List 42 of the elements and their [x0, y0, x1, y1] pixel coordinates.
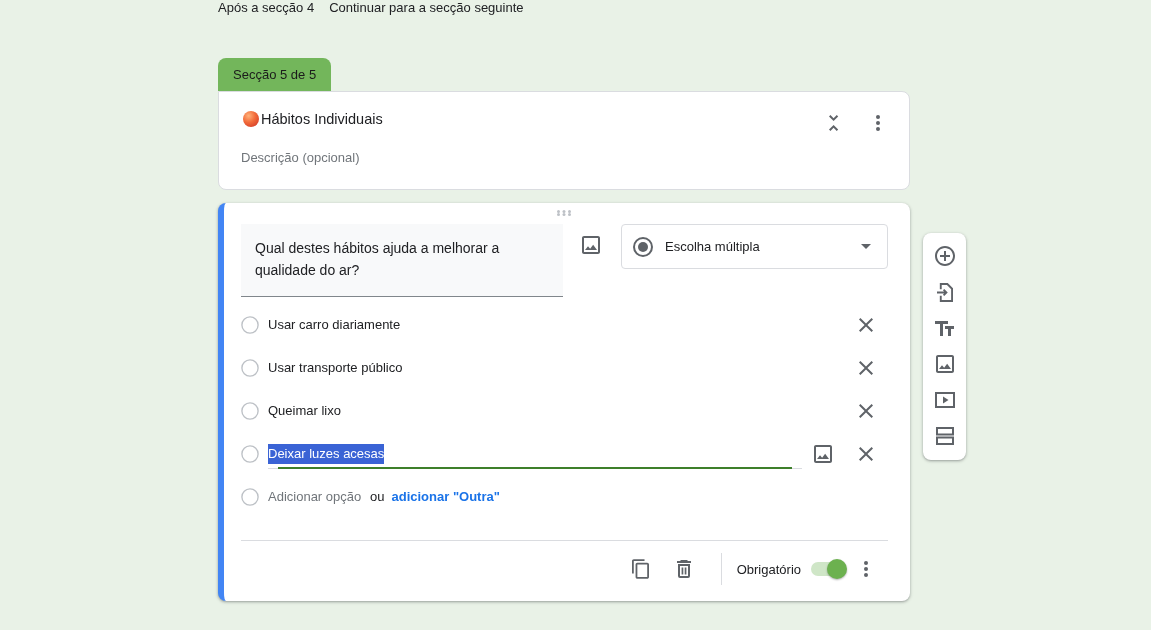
option-input[interactable]: Usar carro diariamente: [268, 314, 401, 335]
description-field[interactable]: Descrição (opcional): [241, 148, 371, 168]
copy-icon: [632, 559, 650, 579]
video-icon: [934, 392, 955, 408]
section-title-field[interactable]: Hábitos Individuais: [261, 108, 383, 130]
required-toggle[interactable]: [811, 559, 847, 579]
close-icon: [859, 360, 873, 375]
option-input[interactable]: Queimar lixo: [268, 400, 341, 421]
radio-circle-icon: [241, 315, 259, 334]
close-icon: [859, 317, 873, 332]
stacked-rows-icon: [935, 427, 954, 445]
section-number-label: Secção 5 de 5: [218, 58, 332, 91]
trash-icon: [676, 560, 691, 578]
question-field[interactable]: Qual destes hábitos ajuda a melhorar a qualidade do ar?: [241, 224, 563, 297]
image-icon: [935, 355, 954, 373]
ball-icon: [243, 111, 259, 127]
add-other-link[interactable]: adicionar "Outra": [391, 489, 500, 504]
close-icon: [859, 446, 873, 461]
option-input[interactable]: Deixar luzes acesas: [268, 438, 802, 469]
option-input[interactable]: Usar transporte público: [268, 357, 403, 378]
add-option-field[interactable]: Adicionar opção: [268, 486, 364, 507]
radio-circle-icon: [241, 444, 259, 463]
drag-handle-icon[interactable]: [557, 210, 571, 216]
question-type-dropdown[interactable]: Escolha múltipla: [621, 224, 888, 269]
separator-text: ou: [370, 489, 385, 504]
radio-circle-icon: [241, 487, 259, 506]
add-image-button[interactable]: [579, 233, 603, 257]
radio-circle-icon: [241, 358, 259, 377]
after-section-action[interactable]: Continuar para a secção seguinte: [329, 0, 524, 16]
image-icon: [582, 236, 600, 254]
required-label: Obrigatório: [736, 561, 801, 577]
close-icon: [859, 403, 873, 418]
more-icon: [864, 561, 868, 577]
caret-icon: [861, 244, 871, 249]
text-size-icon: [935, 320, 954, 336]
more-icon: [876, 115, 880, 131]
radio-icon: [633, 236, 653, 257]
document-arrow-icon: [936, 282, 953, 302]
collapse-icon: [829, 115, 839, 131]
radio-circle-icon: [241, 401, 259, 420]
image-icon: [814, 444, 832, 463]
after-section-label: Após a secção 4: [218, 0, 315, 16]
